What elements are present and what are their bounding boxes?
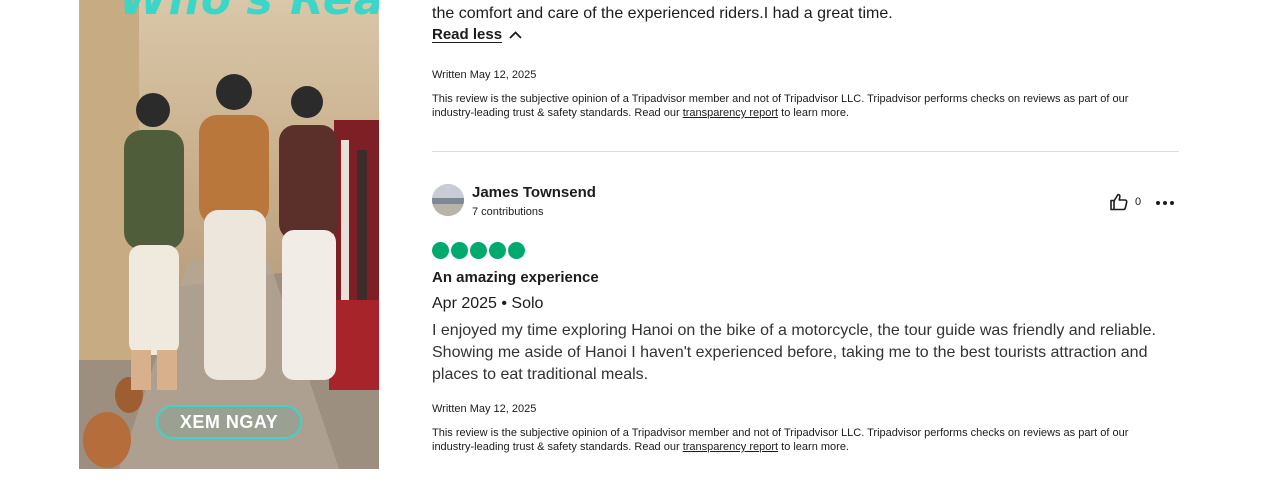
helpful-vote-button[interactable]: 0: [1109, 193, 1141, 211]
ad-image: [79, 0, 379, 469]
review-trip-date: Apr 2025 • Solo: [432, 295, 544, 312]
read-less-label: Read less: [432, 26, 503, 43]
reviewer-name[interactable]: James Townsend: [472, 184, 596, 201]
ad-cta-button[interactable]: XEM NGAY: [156, 405, 302, 439]
reviewer-contributions: 7 contributions: [472, 206, 544, 218]
more-options-button[interactable]: [1154, 193, 1176, 213]
review-divider: [432, 151, 1179, 152]
rating-bubble: [508, 242, 525, 259]
previous-review-body: the comfort and care of the experienced …: [432, 5, 893, 22]
ellipsis-icon: [1156, 201, 1174, 205]
review-written-date: Written May 12, 2025: [432, 403, 537, 415]
review-disclaimer: This review is the subjective opinion of…: [432, 426, 1172, 454]
review-body: I enjoyed my time exploring Hanoi on the…: [432, 322, 1156, 383]
thumbs-up-icon: [1110, 193, 1128, 211]
chevron-up-icon: [509, 30, 522, 39]
ad-headline: Who's Ready?: [119, 0, 379, 25]
rating-bubbles: [432, 242, 525, 259]
disclaimer-text-end: to learn more.: [778, 107, 849, 119]
helpful-count: 0: [1135, 196, 1142, 208]
previous-review-written-date: Written May 12, 2025: [432, 69, 537, 81]
transparency-report-link[interactable]: transparency report: [683, 107, 778, 119]
disclaimer-text-end: to learn more.: [778, 441, 849, 453]
review-title[interactable]: An amazing experience: [432, 269, 599, 286]
rating-bubble: [470, 242, 487, 259]
rating-bubble: [489, 242, 506, 259]
avatar[interactable]: [432, 184, 464, 216]
avatar-image: [432, 184, 464, 216]
transparency-report-link[interactable]: transparency report: [683, 441, 778, 453]
previous-review-disclaimer: This review is the subjective opinion of…: [432, 92, 1172, 120]
rating-bubble: [451, 242, 468, 259]
rating-bubble: [432, 242, 449, 259]
read-less-button[interactable]: Read less: [432, 26, 522, 43]
advertisement-banner[interactable]: Who's Ready? XEM NGAY: [79, 0, 379, 469]
